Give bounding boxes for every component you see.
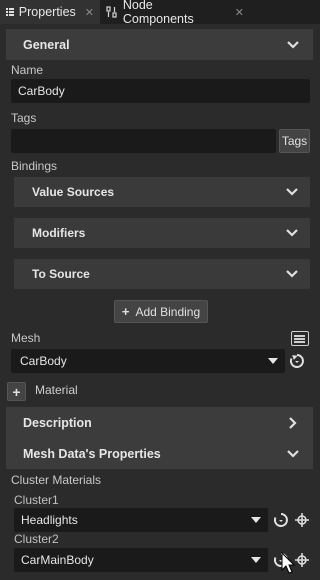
mesh-data-header-label: Mesh Data's Properties	[23, 446, 161, 461]
plus-icon: +	[121, 304, 130, 319]
mesh-data-section-header[interactable]: Mesh Data's Properties	[6, 438, 313, 469]
cluster1-label: Cluster1	[14, 493, 59, 507]
general-section-header[interactable]: General	[6, 29, 313, 60]
cluster2-dropdown[interactable]: CarMainBody	[14, 548, 268, 572]
chevron-down-icon	[287, 449, 299, 458]
chevron-right-icon	[289, 416, 297, 429]
mouse-cursor-icon	[281, 551, 297, 576]
to-source-label: To Source	[32, 267, 90, 281]
tab-node-components[interactable]: Node Components ✕	[100, 0, 250, 26]
add-binding-button[interactable]: + Add Binding	[114, 300, 208, 323]
tab-node-components-label: Node Components	[122, 0, 194, 26]
list-icon	[6, 8, 14, 16]
mesh-label: Mesh	[11, 331, 41, 345]
tab-properties[interactable]: Properties ✕	[0, 0, 100, 24]
chevron-down-icon	[287, 40, 299, 49]
general-header-label: General	[23, 37, 70, 52]
value-sources-label: Value Sources	[32, 185, 115, 199]
reset-icon[interactable]	[272, 511, 290, 529]
dropdown-arrow-icon	[268, 358, 278, 364]
mesh-value: CarBody	[20, 354, 67, 368]
close-icon[interactable]: ✕	[85, 6, 94, 19]
tab-bar: Properties ✕ Node Components ✕	[0, 0, 320, 26]
name-field[interactable]: CarBody	[11, 79, 310, 103]
description-section-header[interactable]: Description	[6, 407, 313, 438]
chevron-down-icon	[286, 229, 298, 237]
close-icon[interactable]: ✕	[235, 6, 244, 19]
cluster1-value: Headlights	[21, 513, 78, 527]
cluster2-label: Cluster2	[14, 532, 59, 546]
chevron-down-icon	[286, 188, 298, 196]
plus-icon: +	[12, 383, 21, 400]
to-source-header[interactable]: To Source	[14, 259, 310, 289]
tab-properties-label: Properties	[18, 5, 76, 19]
mesh-browse-icon[interactable]	[291, 331, 309, 346]
tags-button[interactable]: Tags	[279, 129, 310, 153]
tags-label: Tags	[11, 111, 37, 125]
bindings-label: Bindings	[11, 159, 58, 173]
dropdown-arrow-icon	[251, 517, 261, 523]
description-header-label: Description	[23, 415, 92, 430]
dropdown-arrow-icon	[251, 557, 261, 563]
node-components-icon	[106, 6, 117, 18]
target-icon[interactable]	[293, 511, 311, 529]
chevron-down-icon	[286, 270, 298, 278]
tags-input[interactable]	[11, 129, 276, 153]
reset-icon[interactable]	[288, 352, 306, 370]
cluster1-dropdown[interactable]: Headlights	[14, 508, 268, 532]
cluster-materials-label: Cluster Materials	[11, 473, 102, 487]
modifiers-label: Modifiers	[32, 226, 86, 240]
add-material-button[interactable]: +	[7, 382, 26, 401]
name-label: Name	[11, 63, 44, 77]
material-label: Material	[35, 383, 78, 397]
add-binding-label: Add Binding	[135, 304, 201, 319]
cluster2-value: CarMainBody	[21, 553, 94, 567]
mesh-dropdown[interactable]: CarBody	[11, 349, 285, 373]
modifiers-header[interactable]: Modifiers	[14, 218, 310, 248]
value-sources-header[interactable]: Value Sources	[14, 177, 310, 207]
